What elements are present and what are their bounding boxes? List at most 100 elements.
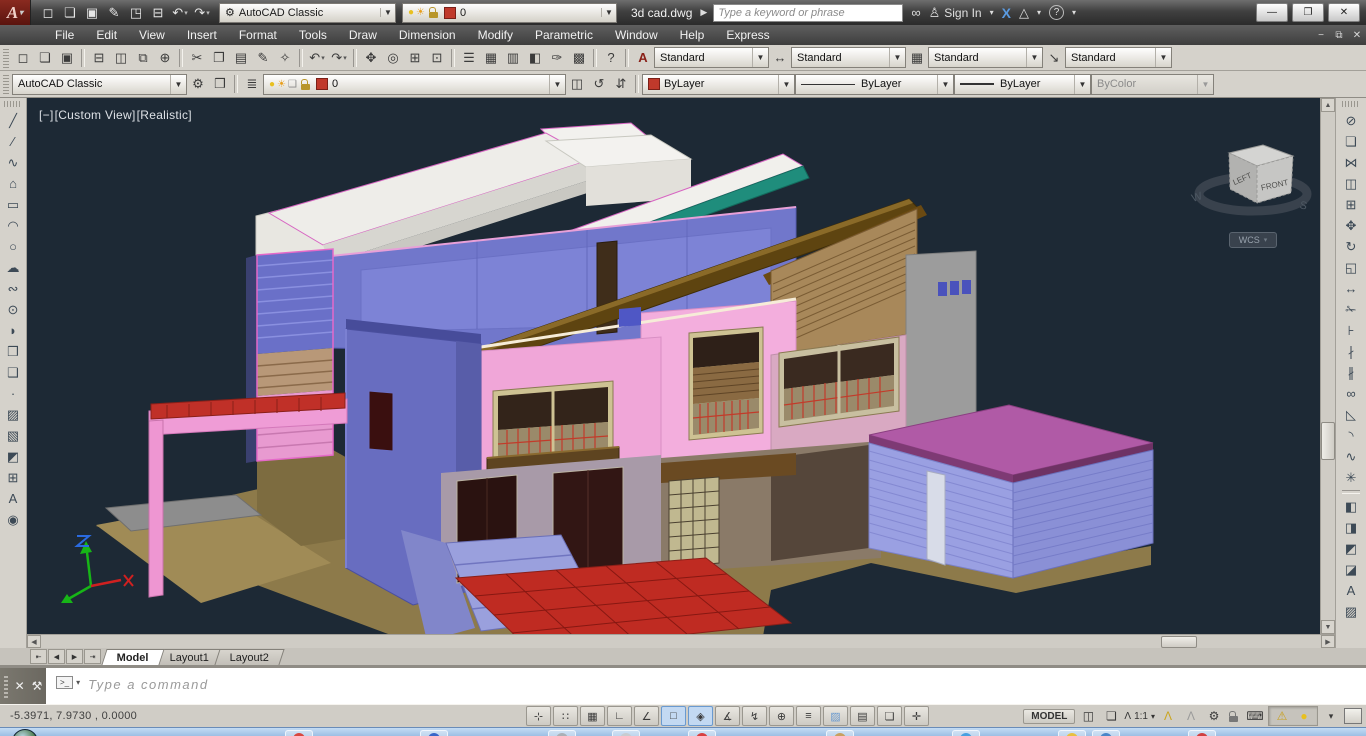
- ortho-toggle[interactable]: ∟: [607, 706, 632, 726]
- restore-button[interactable]: ❐: [1292, 3, 1324, 22]
- undo-icon[interactable]: ↶ ▾: [306, 47, 328, 68]
- open-icon[interactable]: ❏: [59, 3, 81, 23]
- viewport-view-control[interactable]: [Custom View]: [55, 108, 136, 122]
- vertical-scroll-thumb[interactable]: [1321, 422, 1335, 460]
- spline-icon[interactable]: ∾: [3, 278, 24, 299]
- menu-item-edit[interactable]: Edit: [85, 28, 128, 42]
- make-block-icon[interactable]: ❑: [3, 362, 24, 383]
- array-icon[interactable]: ⊞: [1341, 194, 1362, 215]
- house-3d-model[interactable]: W S LEFT FRONT: [27, 98, 1320, 634]
- search-icon[interactable]: ∞: [911, 5, 920, 20]
- tab-nav-button--[interactable]: ⇤: [30, 649, 47, 664]
- circle-icon[interactable]: ○: [3, 236, 24, 257]
- join-icon[interactable]: ∞: [1341, 383, 1362, 404]
- menu-item-file[interactable]: File: [44, 28, 85, 42]
- print-icon[interactable]: ⊟: [147, 3, 169, 23]
- table-style-icon[interactable]: ▦: [906, 47, 928, 68]
- snap-toggle[interactable]: ∷: [553, 706, 578, 726]
- doc-minimize-button[interactable]: −: [1312, 30, 1330, 41]
- bring-above-objects-icon[interactable]: ◩: [1341, 538, 1362, 559]
- taskbar-app-icon[interactable]: [1092, 730, 1120, 736]
- break-at-point-icon[interactable]: ∤: [1341, 341, 1362, 362]
- new-file-icon[interactable]: ◻: [37, 3, 59, 23]
- viewport-minimize-control[interactable]: [−]: [39, 108, 54, 122]
- communication-center-icon[interactable]: △: [1019, 5, 1029, 21]
- markup-manager-icon[interactable]: ✑: [546, 47, 568, 68]
- polyline-icon[interactable]: ∿: [3, 152, 24, 173]
- menu-item-window[interactable]: Window: [604, 28, 669, 42]
- grid-toggle[interactable]: ▦: [580, 706, 605, 726]
- polar-tracking-toggle[interactable]: ∠: [634, 706, 659, 726]
- scroll-left-arrow[interactable]: ◀: [27, 635, 41, 648]
- drag-handle[interactable]: [3, 674, 8, 698]
- blend-curves-icon[interactable]: ∿: [1341, 446, 1362, 467]
- move-icon[interactable]: ✥: [1341, 215, 1362, 236]
- cut-icon[interactable]: ✂: [186, 47, 208, 68]
- workspace-settings-icon[interactable]: ⚙: [187, 74, 209, 95]
- zoom-realtime-icon[interactable]: ◎: [382, 47, 404, 68]
- otrack-toggle[interactable]: ∡: [715, 706, 740, 726]
- quick-layer-dropdown[interactable]: ● ☀ 0 ▼: [402, 2, 617, 23]
- sign-in-button[interactable]: Sign In: [944, 6, 981, 20]
- taskbar-app-icon[interactable]: [1058, 730, 1086, 736]
- save-icon[interactable]: ▣: [56, 47, 78, 68]
- zoom-window-icon[interactable]: ⊞: [404, 47, 426, 68]
- infer-constraints-toggle[interactable]: ⊹: [526, 706, 551, 726]
- lineweight-toggle[interactable]: ≡: [796, 706, 821, 726]
- region-icon[interactable]: ◩: [3, 446, 24, 467]
- mtext-icon[interactable]: A: [3, 488, 24, 509]
- status-menu-arrow-icon[interactable]: ▾: [1321, 707, 1341, 725]
- layer-properties-icon[interactable]: ≣: [241, 74, 263, 95]
- scroll-right-arrow[interactable]: ▶: [1321, 635, 1335, 648]
- match-properties-icon[interactable]: ✎: [252, 47, 274, 68]
- table-icon[interactable]: ⊞: [3, 467, 24, 488]
- taskbar-app-icon[interactable]: [548, 730, 576, 736]
- properties-icon[interactable]: ☰: [458, 47, 480, 68]
- close-icon[interactable]: ✕: [15, 679, 25, 693]
- add-selected-icon[interactable]: ◉: [3, 509, 24, 530]
- open-icon[interactable]: ❏: [34, 47, 56, 68]
- scroll-down-arrow[interactable]: ▼: [1321, 620, 1335, 634]
- tool-palettes-icon[interactable]: ▥: [502, 47, 524, 68]
- linetype-dropdown[interactable]: ByLayer ▼: [795, 73, 954, 95]
- taskbar-app-icon[interactable]: [688, 730, 716, 736]
- copy-icon[interactable]: ❐: [208, 47, 230, 68]
- my-workspace-icon[interactable]: ❒: [209, 74, 231, 95]
- trim-icon[interactable]: ✁: [1341, 299, 1362, 320]
- lineweight-dropdown[interactable]: ByLayer ▼: [954, 73, 1091, 95]
- line-icon[interactable]: ╱: [3, 110, 24, 131]
- layer-dropdown[interactable]: ● ☀ ❑ 0 ▼: [263, 73, 566, 95]
- web-publish-icon[interactable]: ⊕: [154, 47, 176, 68]
- annotation-visibility-icon[interactable]: Λ: [1158, 707, 1178, 725]
- app-logo-icon[interactable]: A ▾: [0, 0, 31, 25]
- fillet-icon[interactable]: ◝: [1341, 425, 1362, 446]
- tray-warning-icon[interactable]: ⚠: [1272, 707, 1292, 725]
- workspace-switching-gear-icon[interactable]: ⚙: [1204, 707, 1224, 725]
- toolbar-grip[interactable]: [3, 47, 9, 68]
- sign-in-arrow-icon[interactable]: ▾: [990, 8, 994, 17]
- sheet-set-manager-icon[interactable]: ◧: [524, 47, 546, 68]
- toolbar-grip[interactable]: [1342, 101, 1360, 107]
- tab-layout2[interactable]: Layout2: [214, 649, 285, 665]
- dimension-style-dropdown[interactable]: Standard ▼: [791, 47, 906, 68]
- multileader-style-dropdown[interactable]: Standard ▼: [1065, 47, 1172, 68]
- toolbar-lock-icon[interactable]: [1229, 710, 1238, 722]
- start-button[interactable]: [12, 729, 38, 736]
- tab-nav-button--[interactable]: ⇥: [84, 649, 101, 664]
- ellipse-icon[interactable]: ⊙: [3, 299, 24, 320]
- taskbar-app-icon[interactable]: [826, 730, 854, 736]
- pan-icon[interactable]: ✥: [360, 47, 382, 68]
- zoom-previous-icon[interactable]: ⊡: [426, 47, 448, 68]
- hatch-to-back-icon[interactable]: ▨: [1341, 601, 1362, 622]
- quickcalc-icon[interactable]: ▩: [568, 47, 590, 68]
- scale-icon[interactable]: ◱: [1341, 257, 1362, 278]
- quick-view-drawings-icon[interactable]: ❏: [1101, 707, 1121, 725]
- transparency-toggle[interactable]: ▨: [823, 706, 848, 726]
- command-input[interactable]: [86, 676, 1366, 693]
- osnap-toggle[interactable]: □: [661, 706, 686, 726]
- insert-block-icon[interactable]: ❒: [3, 341, 24, 362]
- wcs-dropdown[interactable]: WCS ▾: [1229, 232, 1277, 248]
- send-under-objects-icon[interactable]: ◪: [1341, 559, 1362, 580]
- quick-view-layouts-icon[interactable]: ◫: [1078, 707, 1098, 725]
- menu-item-help[interactable]: Help: [669, 28, 716, 42]
